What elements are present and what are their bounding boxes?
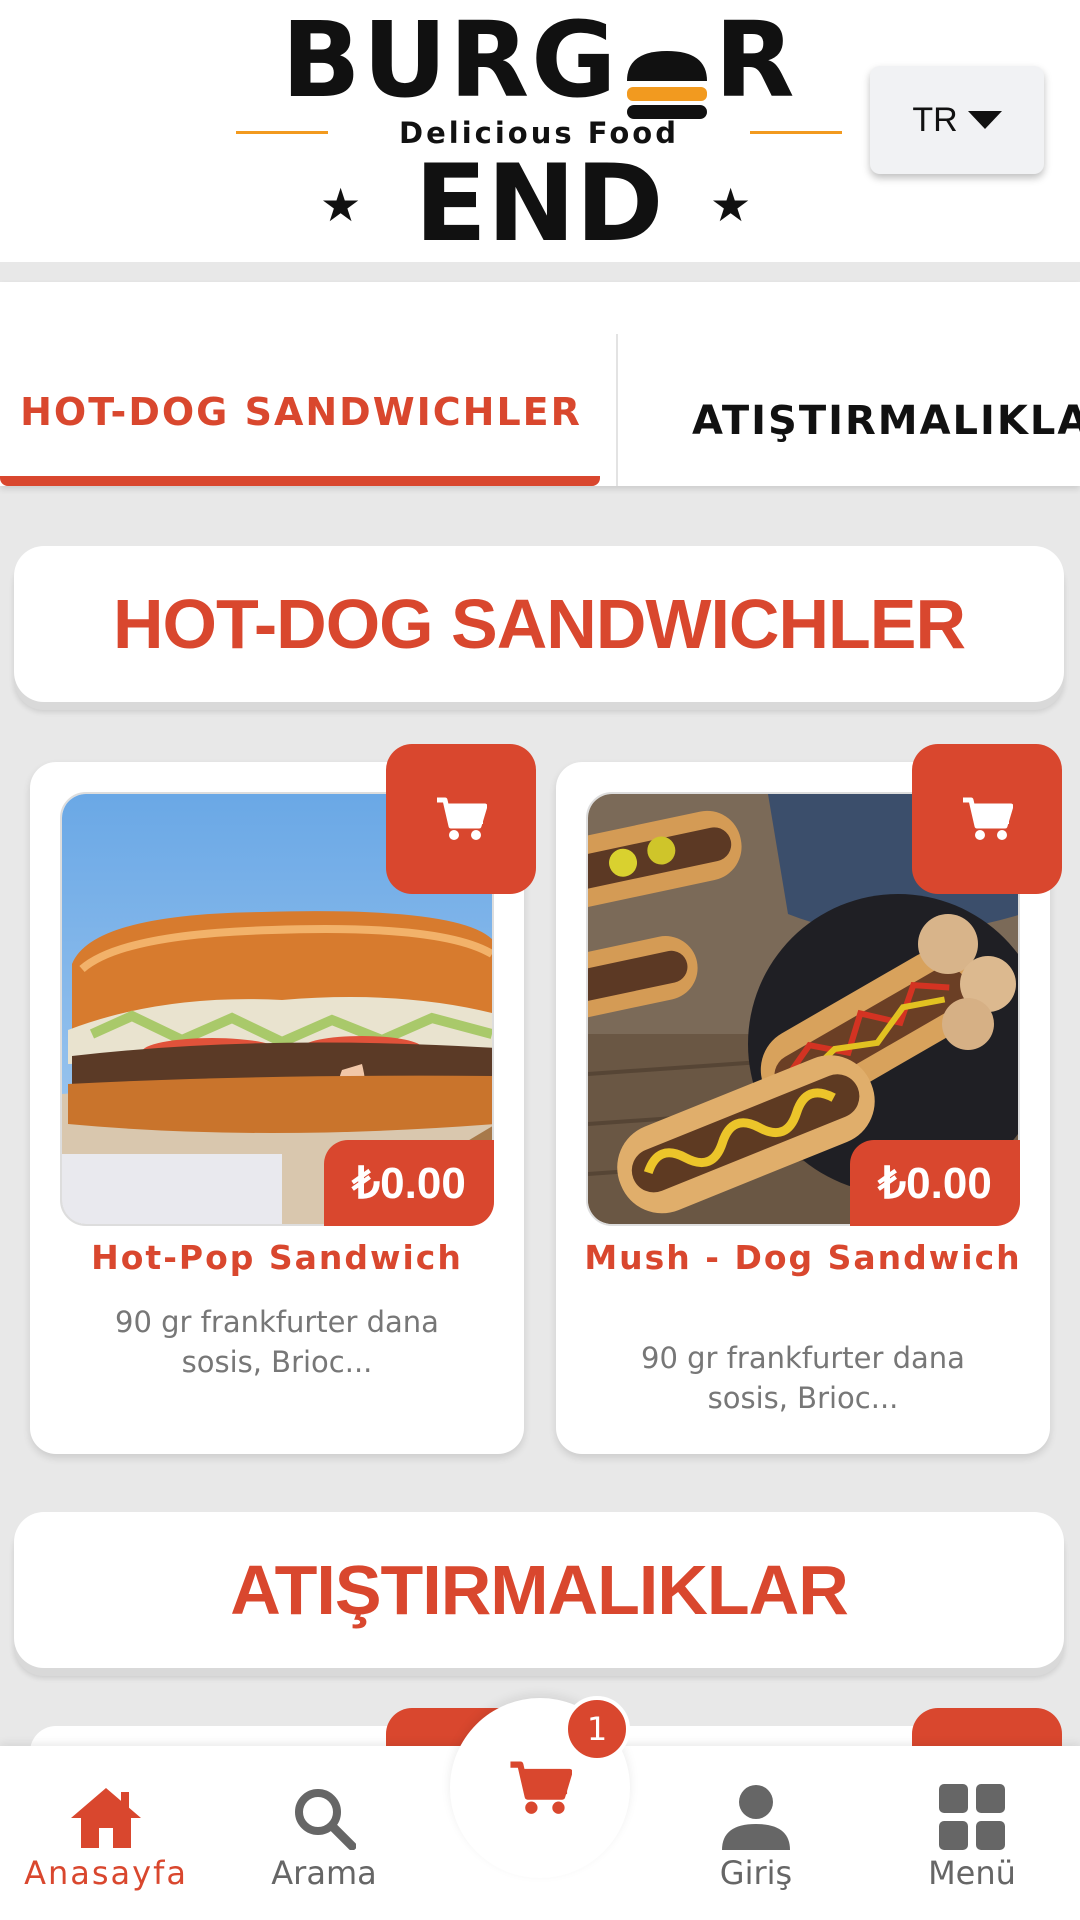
app-header: BURG R Delicious Food END ★ ★ TR [0,0,1080,262]
product-description: 90 gr frankfurter dana sosis, Brioc... [115,1305,439,1379]
product-description: 90 gr frankfurter dana sosis, Brioc... [641,1341,965,1415]
product-name[interactable]: Hot-Pop Sandwich [50,1240,504,1276]
category-tabs: HOT-DOG SANDWICHLER ATIŞTIRMALIKLAR [0,282,1080,486]
nav-menu[interactable]: Menü [872,1776,1072,1892]
tab-divider [616,334,618,486]
price-tag: ₺0.00 [850,1140,1020,1226]
nav-label: Giriş [719,1854,793,1892]
logo-top-text: BURG R [281,0,797,121]
cart-count-badge: 1 [564,1696,630,1762]
star-icon: ★ [710,178,752,232]
product-name[interactable]: Mush - Dog Sandwich [576,1240,1030,1276]
tab-label: ATIŞTIRMALIKLAR [692,398,1080,444]
burger-icon [621,31,713,119]
search-icon [224,1776,424,1850]
nav-label: Menü [928,1854,1016,1892]
cart-icon [510,1761,572,1814]
section-title: HOT-DOG SANDWICHLER [14,546,1064,702]
nav-label: Arama [271,1854,377,1892]
nav-search[interactable]: Arama [224,1776,424,1892]
price-tag: ₺0.00 [324,1140,494,1226]
nav-label: Anasayfa [24,1854,188,1892]
star-icon: ★ [320,178,362,232]
home-icon [6,1776,206,1850]
grid-icon [872,1776,1072,1850]
language-selector[interactable]: TR [870,66,1044,174]
cart-icon [963,797,1013,840]
nav-home[interactable]: Anasayfa [6,1776,206,1892]
tab-atistirmaliklar[interactable]: ATIŞTIRMALIKLAR [692,282,1080,486]
section-title: ATIŞTIRMALIKLAR [14,1512,1064,1668]
nav-login[interactable]: Giriş [656,1776,856,1892]
cart-icon [437,797,487,840]
caret-down-icon [967,111,1002,129]
user-icon [656,1776,856,1850]
add-to-cart-button[interactable] [386,744,536,894]
add-to-cart-button[interactable] [912,744,1062,894]
tab-hot-dog-sandwichler[interactable]: HOT-DOG SANDWICHLER [0,282,602,486]
burger-end-logo[interactable]: BURG R Delicious Food END ★ ★ [236,2,842,258]
language-label: TR [912,100,958,139]
tab-label: HOT-DOG SANDWICHLER [20,390,582,434]
active-tab-indicator [0,476,600,486]
